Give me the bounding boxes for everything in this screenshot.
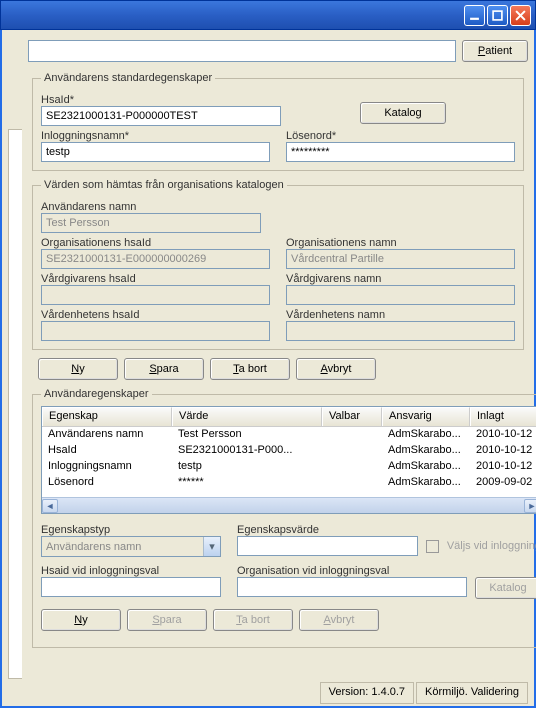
table-cell — [322, 459, 382, 475]
table-row[interactable]: Inloggningsnamntestp AdmSkarabo...2010-10… — [42, 459, 536, 475]
table-cell — [322, 427, 382, 443]
table-cell: Användarens namn — [42, 427, 172, 443]
status-version: Version: 1.4.0.7 — [320, 682, 414, 704]
chevron-down-icon[interactable]: ▾ — [203, 537, 220, 556]
caregiver-name-input — [286, 285, 515, 305]
table-cell: AdmSkarabo... — [382, 459, 470, 475]
select-at-login-checkbox[interactable] — [426, 540, 439, 553]
org-hsaid-label: Organisationens hsaId — [41, 237, 270, 249]
table-cell: HsaId — [42, 443, 172, 459]
scroll-left-icon[interactable]: ◄ — [42, 499, 58, 513]
th-inlagt[interactable]: Inlagt — [470, 407, 536, 426]
save-button[interactable]: Spara — [124, 358, 204, 380]
table-row[interactable]: HsaIdSE2321000131-P000... AdmSkarabo...20… — [42, 443, 536, 459]
table-cell: 2009-09-02 — [470, 475, 536, 491]
th-varde[interactable]: Värde — [172, 407, 322, 426]
select-at-login-label: Väljs vid inloggning — [447, 540, 536, 552]
maximize-button[interactable] — [487, 5, 508, 26]
table-cell: 2010-10-12 — [470, 459, 536, 475]
careunit-hsaid-label: Vårdenhetens hsaId — [41, 309, 270, 321]
hsaid-login-label: Hsaid vid inloggningsval — [41, 565, 221, 577]
table-cell: 2010-10-12 — [470, 427, 536, 443]
careunit-name-input — [286, 321, 515, 341]
login-name-label: Inloggningsnamn* — [41, 130, 270, 142]
table-cell: Inloggningsnamn — [42, 459, 172, 475]
table-header-row: Egenskap Värde Valbar Ansvarig Inlagt — [42, 407, 536, 427]
horizontal-scrollbar[interactable]: ◄ ► — [42, 497, 536, 513]
table-cell: AdmSkarabo... — [382, 475, 470, 491]
org-login-label: Organisation vid inloggningsval — [237, 565, 536, 577]
katalog-button[interactable]: Katalog — [360, 102, 446, 124]
password-label: Lösenord* — [286, 130, 515, 142]
careunit-hsaid-input — [41, 321, 270, 341]
new-button-2[interactable]: Ny — [41, 609, 121, 631]
user-properties-group: Användaregenskaper Egenskap Värde Valbar… — [32, 388, 536, 648]
user-name-label: Användarens namn — [41, 201, 515, 213]
table-cell: Lösenord — [42, 475, 172, 491]
table-cell — [322, 443, 382, 459]
property-type-label: Egenskapstyp — [41, 524, 221, 536]
cancel-button[interactable]: Avbryt — [296, 358, 376, 380]
table-cell: 2010-10-12 — [470, 443, 536, 459]
caregiver-name-label: Vårdgivarens namn — [286, 273, 515, 285]
login-name-input[interactable] — [41, 142, 270, 162]
hsaid-login-input[interactable] — [41, 577, 221, 597]
scroll-right-icon[interactable]: ► — [524, 499, 536, 513]
property-type-dropdown[interactable]: ▾ — [41, 536, 221, 557]
table-cell: Test Persson — [172, 427, 322, 443]
new-button[interactable]: Ny — [38, 358, 118, 380]
minimize-button[interactable] — [464, 5, 485, 26]
group-legend: Användarens standardegenskaper — [41, 72, 215, 84]
cancel-button-2: Avbryt — [299, 609, 379, 631]
delete-button[interactable]: Ta bort — [210, 358, 290, 380]
org-name-input — [286, 249, 515, 269]
katalog-button-2: Katalog — [475, 577, 536, 599]
hsaid-label: HsaId* — [41, 94, 281, 106]
th-egenskap[interactable]: Egenskap — [42, 407, 172, 426]
org-hsaid-input — [41, 249, 270, 269]
th-valbar[interactable]: Valbar — [322, 407, 382, 426]
org-catalog-values-group: Värden som hämtas från organisations kat… — [32, 179, 524, 350]
th-ansvarig[interactable]: Ansvarig — [382, 407, 470, 426]
caregiver-hsaid-input — [41, 285, 270, 305]
left-panel-edge — [8, 129, 22, 679]
property-value-input[interactable] — [237, 536, 418, 556]
property-value-label: Egenskapsvärde — [237, 524, 536, 536]
user-name-input — [41, 213, 261, 233]
careunit-name-label: Vårdenhetens namn — [286, 309, 515, 321]
status-env: Körmiljö. Validering — [416, 682, 528, 704]
table-row[interactable]: Lösenord****** AdmSkarabo...2009-09-02 — [42, 475, 536, 491]
table-cell: SE2321000131-P000... — [172, 443, 322, 459]
user-default-properties-group: Användarens standardegenskaper HsaId* Ka… — [32, 72, 524, 171]
table-cell: ****** — [172, 475, 322, 491]
titlebar — [0, 0, 536, 30]
scroll-track[interactable] — [58, 499, 524, 513]
group-legend: Användaregenskaper — [41, 388, 152, 400]
table-cell: AdmSkarabo... — [382, 427, 470, 443]
properties-table[interactable]: Egenskap Värde Valbar Ansvarig Inlagt An… — [41, 406, 536, 514]
org-login-input[interactable] — [237, 577, 467, 597]
table-row[interactable]: Användarens namnTest Persson AdmSkarabo..… — [42, 427, 536, 443]
status-bar: Version: 1.4.0.7 Körmiljö. Validering — [8, 682, 528, 704]
org-name-label: Organisationens namn — [286, 237, 515, 249]
table-cell: testp — [172, 459, 322, 475]
close-button[interactable] — [510, 5, 531, 26]
table-cell: AdmSkarabo... — [382, 443, 470, 459]
property-type-value — [42, 537, 203, 556]
table-cell — [322, 475, 382, 491]
group-legend: Värden som hämtas från organisations kat… — [41, 179, 287, 191]
patient-button[interactable]: Patient — [462, 40, 528, 62]
delete-button-2: Ta bort — [213, 609, 293, 631]
password-input[interactable] — [286, 142, 515, 162]
caregiver-hsaid-label: Vårdgivarens hsaId — [41, 273, 270, 285]
patient-search-input[interactable] — [28, 40, 456, 62]
save-button-2: Spara — [127, 609, 207, 631]
hsaid-input[interactable] — [41, 106, 281, 126]
